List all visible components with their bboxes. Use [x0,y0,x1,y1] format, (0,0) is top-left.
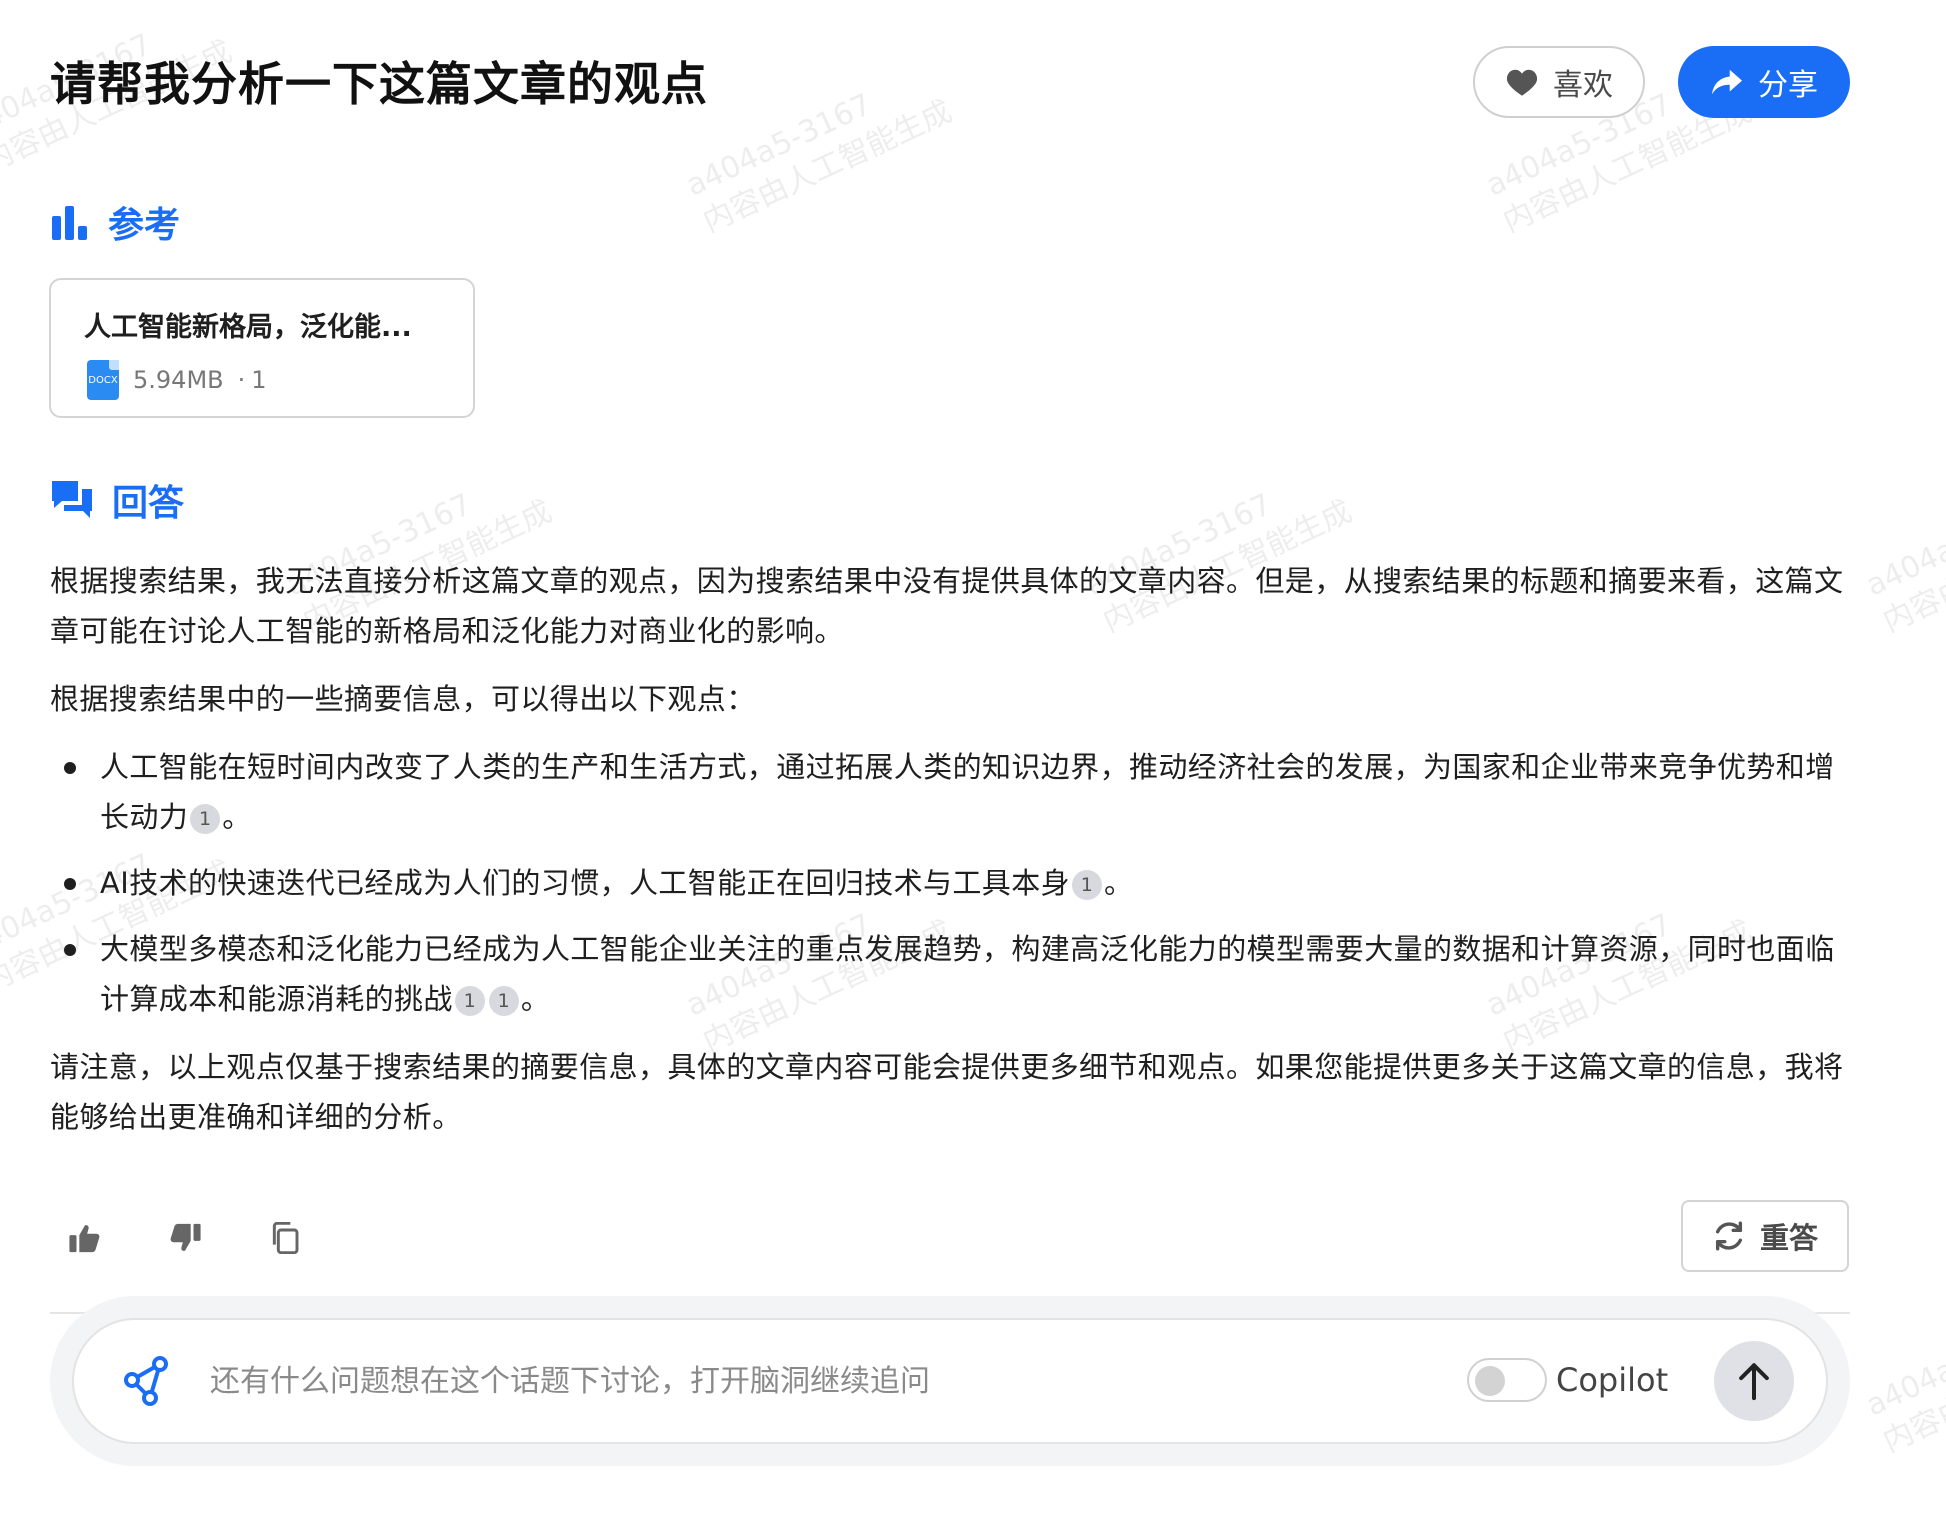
citation-badge[interactable]: 1 [190,804,221,834]
refresh-icon [1715,1221,1743,1251]
answer-paragraph: 请注意，以上观点仅基于搜索结果的摘要信息，具体的文章内容可能会提供更多细节和观点… [50,1050,1844,1134]
like-button[interactable]: 喜欢 [1473,46,1645,118]
share-button[interactable]: 分享 [1678,46,1850,118]
reference-count: 1 [251,366,267,394]
list-item: AI技术的快速迭代已经成为人们的习惯，人工智能正在回归技术与工具本身 1。 [50,858,1850,908]
reference-section-title: 参考 [108,205,181,246]
mind-map-icon [124,1356,168,1406]
watermark: a404a5-3167内容由人工智能生成 [1860,487,1946,640]
bullet-text: AI技术的快速迭代已经成为人们的习惯，人工智能正在回归技术与工具本身 [100,866,1070,900]
arrow-up-icon [1739,1363,1769,1401]
watermark: a404a5-3167内容由人工智能生成 [1860,1307,1946,1460]
bullet-end: 。 [1104,866,1134,900]
thumbs-down-icon [170,1223,201,1251]
reference-separator: · [237,366,246,394]
bullet-end: 。 [222,800,252,834]
heart-icon [1506,69,1538,96]
bullet-dot [64,944,76,956]
chat-bubbles-icon [52,481,92,518]
thumbs-up-button[interactable] [65,1218,105,1258]
citation-badge[interactable]: 1 [454,986,485,1016]
reanswer-button[interactable]: 重答 [1681,1200,1849,1272]
reference-card[interactable]: 人工智能新格局，泛化能... DOCX 5.94MB · 1 [49,278,475,418]
thumbs-up-icon [69,1225,100,1253]
share-label: 分享 [1758,68,1818,103]
bar-chart-icon [52,206,87,240]
reference-section-header: 参考 [50,196,180,248]
citation-badge[interactable]: 1 [1072,870,1102,900]
list-item: 人工智能在短时间内改变了人类的生产和生活方式，通过拓展人类的知识边界，推动经济社… [50,742,1850,842]
bullet-dot [64,762,76,774]
answer-section-title: 回答 [112,483,185,524]
copilot-label: Copilot [1556,1361,1669,1399]
reference-file-size: 5.94MB [133,366,224,394]
watermark: a404a5-3167内容由人工智能生成 [680,87,958,240]
follow-up-input[interactable] [208,1352,1412,1410]
thumbs-down-button[interactable] [165,1218,205,1258]
bullet-text: 人工智能在短时间内改变了人类的生产和生活方式，通过拓展人类的知识边界，推动经济社… [100,750,1835,834]
reference-title: 人工智能新格局，泛化能... [84,312,412,343]
answer-paragraph: 根据搜索结果，我无法直接分析这篇文章的观点，因为搜索结果中没有提供具体的文章内容… [50,564,1844,648]
answer-bullet-list: 人工智能在短时间内改变了人类的生产和生活方式，通过拓展人类的知识边界，推动经济社… [50,742,1850,1024]
toggle-knob [1475,1366,1505,1396]
bullet-dot [64,878,76,890]
bullet-end: 。 [520,982,551,1016]
chat-answer-page: a404a5-3167 内容由人工智能生成 a404a5-3167 内容由人工智能生… [0,0,1946,1516]
answer-body: 根据搜索结果，我无法直接分析这篇文章的观点，因为搜索结果中没有提供具体的文章内容… [50,556,1850,1160]
copilot-toggle[interactable] [1467,1358,1547,1402]
reference-meta: DOCX 5.94MB · 1 [87,360,267,400]
page-title: 请帮我分析一下这篇文章的观点 [50,57,708,111]
share-arrow-icon [1712,69,1742,95]
list-item: 大模型多模态和泛化能力已经成为人工智能企业关注的重点发展趋势，构建高泛化能力的模… [50,924,1850,1024]
like-label: 喜欢 [1553,68,1613,103]
bullet-text: 大模型多模态和泛化能力已经成为人工智能企业关注的重点发展趋势，构建高泛化能力的模… [100,932,1835,1016]
answer-paragraph: 根据搜索结果中的一些摘要信息，可以得出以下观点： [50,682,756,716]
copy-button[interactable] [265,1218,305,1258]
docx-file-icon: DOCX [87,360,119,400]
answer-section-header: 回答 [50,474,184,526]
send-button[interactable] [1714,1341,1794,1421]
citation-badge[interactable]: 1 [488,986,519,1016]
reanswer-label: 重答 [1759,1221,1818,1255]
copy-icon [272,1222,299,1254]
